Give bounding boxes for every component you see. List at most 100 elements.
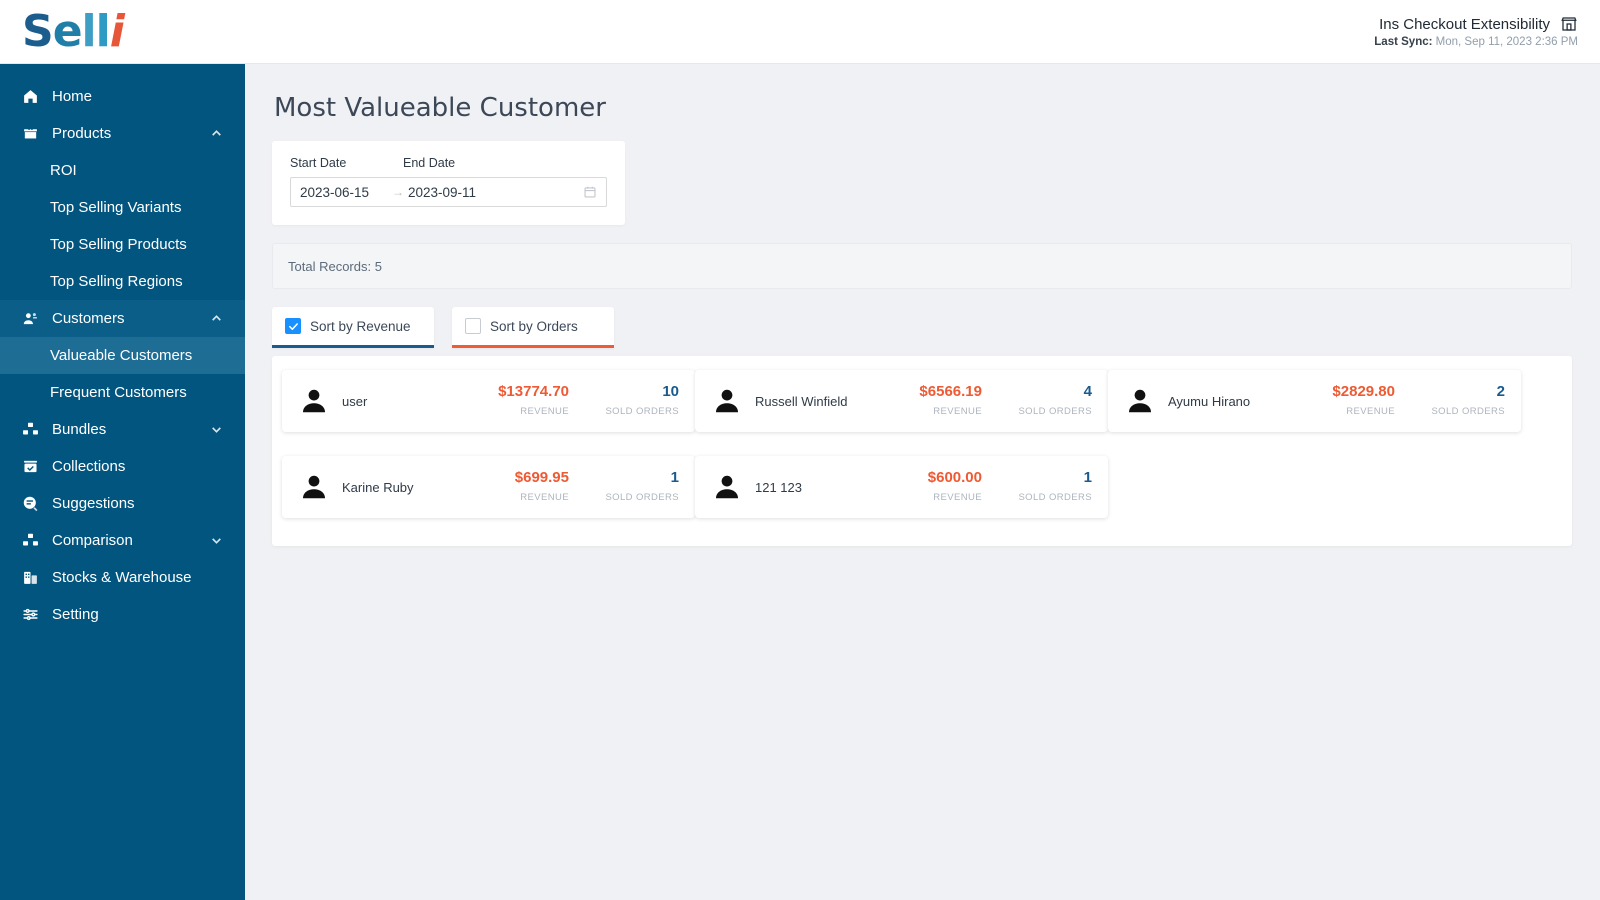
sidebar-item-home[interactable]: Home xyxy=(0,78,245,115)
stocks-icon xyxy=(20,568,40,588)
store-icon[interactable] xyxy=(1560,15,1578,33)
sidebar-item-label: Products xyxy=(52,125,112,142)
comparison-icon xyxy=(20,531,40,551)
customer-revenue-value: $699.95 xyxy=(514,469,569,486)
bundles-icon xyxy=(20,420,40,440)
chevron-down-icon[interactable] xyxy=(210,423,223,436)
sidebar-item-frequent-customers[interactable]: Frequent Customers xyxy=(0,374,245,411)
chevron-up-icon[interactable] xyxy=(210,312,223,325)
end-date-input[interactable] xyxy=(408,184,500,200)
sidebar-item-label: Stocks & Warehouse xyxy=(52,569,192,586)
range-separator-icon: → xyxy=(392,185,404,199)
home-icon xyxy=(20,87,40,107)
revenue-caption: REVENUE xyxy=(933,492,982,503)
customer-revenue-value: $2829.80 xyxy=(1332,383,1395,400)
sidebar-item-collections[interactable]: Collections xyxy=(0,448,245,485)
chevron-up-icon[interactable] xyxy=(210,127,223,140)
sidebar-item-setting[interactable]: Setting xyxy=(0,596,245,633)
orders-caption: SOLD ORDERS xyxy=(605,406,679,417)
sidebar-item-label: Setting xyxy=(52,606,99,623)
sidebar-item-label: Home xyxy=(52,88,93,105)
sidebar-item-label: Comparison xyxy=(52,532,133,549)
chevron-down-icon[interactable] xyxy=(210,534,223,547)
customer-name: Ayumu Hirano xyxy=(1168,393,1251,409)
customer-card[interactable]: 121 123 $600.00 REVENUE 1 SOLD ORDERS xyxy=(695,456,1108,518)
customer-name: user xyxy=(342,393,368,409)
sidebar-item-label: Bundles xyxy=(52,421,107,438)
customer-orders-value: 10 xyxy=(662,383,679,400)
revenue-caption: REVENUE xyxy=(520,406,569,417)
customer-revenue-metric: $2829.80 REVENUE xyxy=(1277,383,1395,419)
sidebar-item-comparison[interactable]: Comparison xyxy=(0,522,245,559)
last-sync-label: Last Sync: xyxy=(1374,36,1433,48)
orders-caption: SOLD ORDERS xyxy=(1018,492,1092,503)
date-filter-card: Start Date End Date → xyxy=(272,141,625,225)
sidebar-item-label: Customers xyxy=(52,310,125,327)
sort-by-revenue-checkbox[interactable] xyxy=(285,318,301,334)
orders-caption: SOLD ORDERS xyxy=(605,492,679,503)
end-date-label: End Date xyxy=(403,156,456,170)
customer-cards-grid: user $13774.70 REVENUE 10 SOLD ORDERS Ru… xyxy=(282,370,1562,530)
revenue-caption: REVENUE xyxy=(933,406,982,417)
customer-card[interactable]: Ayumu Hirano $2829.80 REVENUE 2 SOLD ORD… xyxy=(1108,370,1521,432)
top-header-bar: Selli Ins Checkout Extensibility Last Sy… xyxy=(0,0,1600,64)
avatar-icon xyxy=(712,472,742,502)
sort-by-orders-option[interactable]: Sort by Orders xyxy=(452,307,614,348)
avatar-icon xyxy=(1125,386,1155,416)
customer-cards-panel: user $13774.70 REVENUE 10 SOLD ORDERS Ru… xyxy=(272,356,1572,546)
total-records-text: Total Records: 5 xyxy=(288,258,382,274)
customer-revenue-value: $13774.70 xyxy=(498,383,569,400)
sidebar-item-bundles[interactable]: Bundles xyxy=(0,411,245,448)
customer-card[interactable]: Russell Winfield $6566.19 REVENUE 4 SOLD… xyxy=(695,370,1108,432)
sidebar-item-customers[interactable]: Customers xyxy=(0,300,245,337)
suggestions-icon xyxy=(20,494,40,514)
sidebar-nav: Home Products ROI Top Selling Variants T… xyxy=(0,64,245,900)
sidebar-item-products[interactable]: Products xyxy=(0,115,245,152)
sidebar-item-top-selling-regions[interactable]: Top Selling Regions xyxy=(0,263,245,300)
settings-icon xyxy=(20,605,40,625)
last-sync-text: Last Sync: Mon, Sep 11, 2023 2:36 PM xyxy=(1374,36,1578,48)
main-content: Most Valueable Customer Start Date End D… xyxy=(245,64,1600,900)
customer-name: Karine Ruby xyxy=(342,479,414,495)
customer-card[interactable]: Karine Ruby $699.95 REVENUE 1 SOLD ORDER… xyxy=(282,456,695,518)
sort-by-revenue-label: Sort by Revenue xyxy=(310,318,411,334)
sidebar-sub-label: Top Selling Variants xyxy=(50,199,182,216)
sort-options-row: Sort by Revenue Sort by Orders xyxy=(272,307,1572,348)
sidebar-item-label: Collections xyxy=(52,458,126,475)
revenue-caption: REVENUE xyxy=(1346,406,1395,417)
sidebar-sub-label: Frequent Customers xyxy=(50,384,187,401)
sidebar-item-top-selling-variants[interactable]: Top Selling Variants xyxy=(0,189,245,226)
customer-revenue-metric: $600.00 REVENUE xyxy=(864,469,982,505)
sort-by-revenue-option[interactable]: Sort by Revenue xyxy=(272,307,434,348)
avatar-icon xyxy=(712,386,742,416)
customer-orders-metric: 2 SOLD ORDERS xyxy=(1395,383,1505,419)
sidebar-item-roi[interactable]: ROI xyxy=(0,152,245,189)
sidebar-sub-label: Top Selling Products xyxy=(50,236,187,253)
app-logo[interactable]: Selli xyxy=(22,9,125,54)
users-icon xyxy=(20,309,40,329)
last-sync-value: Mon, Sep 11, 2023 2:36 PM xyxy=(1432,36,1578,48)
customer-orders-metric: 1 SOLD ORDERS xyxy=(982,469,1092,505)
header-right-info: Ins Checkout Extensibility Last Sync: Mo… xyxy=(1374,15,1578,49)
orders-caption: SOLD ORDERS xyxy=(1431,406,1505,417)
customer-revenue-value: $6566.19 xyxy=(919,383,982,400)
avatar-icon xyxy=(299,472,329,502)
sidebar-sub-label: Top Selling Regions xyxy=(50,273,183,290)
customer-revenue-metric: $13774.70 REVENUE xyxy=(451,383,569,419)
customer-revenue-metric: $699.95 REVENUE xyxy=(451,469,569,505)
sidebar-item-stocks-warehouse[interactable]: Stocks & Warehouse xyxy=(0,559,245,596)
customer-card[interactable]: user $13774.70 REVENUE 10 SOLD ORDERS xyxy=(282,370,695,432)
sidebar-item-valueable-customers[interactable]: Valueable Customers xyxy=(0,337,245,374)
sidebar-item-suggestions[interactable]: Suggestions xyxy=(0,485,245,522)
start-date-input[interactable] xyxy=(300,184,392,200)
date-range-picker[interactable]: → xyxy=(290,177,607,207)
start-date-label: Start Date xyxy=(290,156,347,170)
sort-by-orders-label: Sort by Orders xyxy=(490,318,578,334)
sort-by-orders-checkbox[interactable] xyxy=(465,318,481,334)
customer-name: Russell Winfield xyxy=(755,393,848,409)
sidebar-item-top-selling-products[interactable]: Top Selling Products xyxy=(0,226,245,263)
calendar-icon[interactable] xyxy=(583,185,597,199)
customer-revenue-metric: $6566.19 REVENUE xyxy=(864,383,982,419)
collections-icon xyxy=(20,457,40,477)
customer-revenue-value: $600.00 xyxy=(927,469,982,486)
